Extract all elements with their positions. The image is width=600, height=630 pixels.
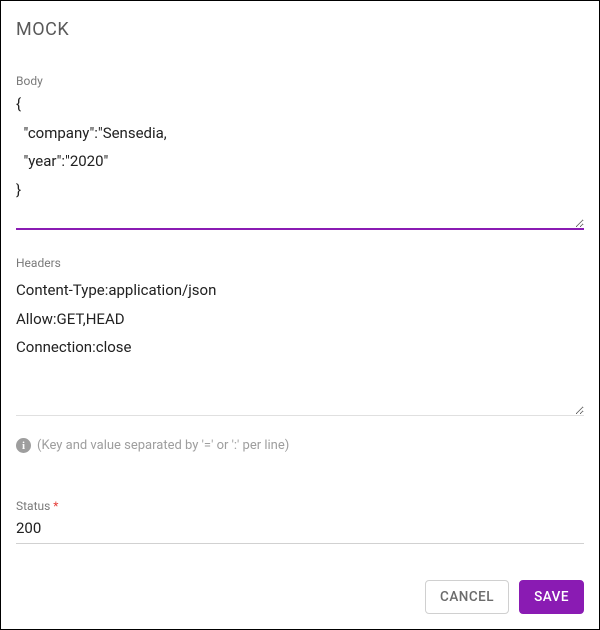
- save-button[interactable]: SAVE: [519, 580, 584, 614]
- headers-textarea[interactable]: [16, 276, 584, 416]
- headers-label: Headers: [16, 256, 584, 270]
- required-mark: *: [53, 499, 58, 513]
- status-input[interactable]: [16, 515, 584, 544]
- body-field: Body: [16, 74, 584, 234]
- headers-field: Headers i (Key and value separated by '=…: [16, 256, 584, 453]
- body-textarea[interactable]: [16, 90, 584, 230]
- dialog-actions: CANCEL SAVE: [16, 570, 584, 614]
- spacer: [16, 550, 584, 570]
- info-icon: i: [16, 438, 31, 453]
- headers-helper: i (Key and value separated by '=' or ':'…: [16, 438, 584, 453]
- status-label-text: Status: [16, 499, 50, 513]
- mock-dialog: MOCK Body Headers i (Key and value separ…: [0, 0, 600, 630]
- dialog-title: MOCK: [16, 19, 584, 40]
- body-label: Body: [16, 74, 584, 88]
- headers-helper-text: (Key and value separated by '=' or ':' p…: [37, 438, 289, 453]
- cancel-button[interactable]: CANCEL: [425, 580, 509, 614]
- status-field: Status *: [16, 499, 584, 544]
- status-label: Status *: [16, 499, 584, 513]
